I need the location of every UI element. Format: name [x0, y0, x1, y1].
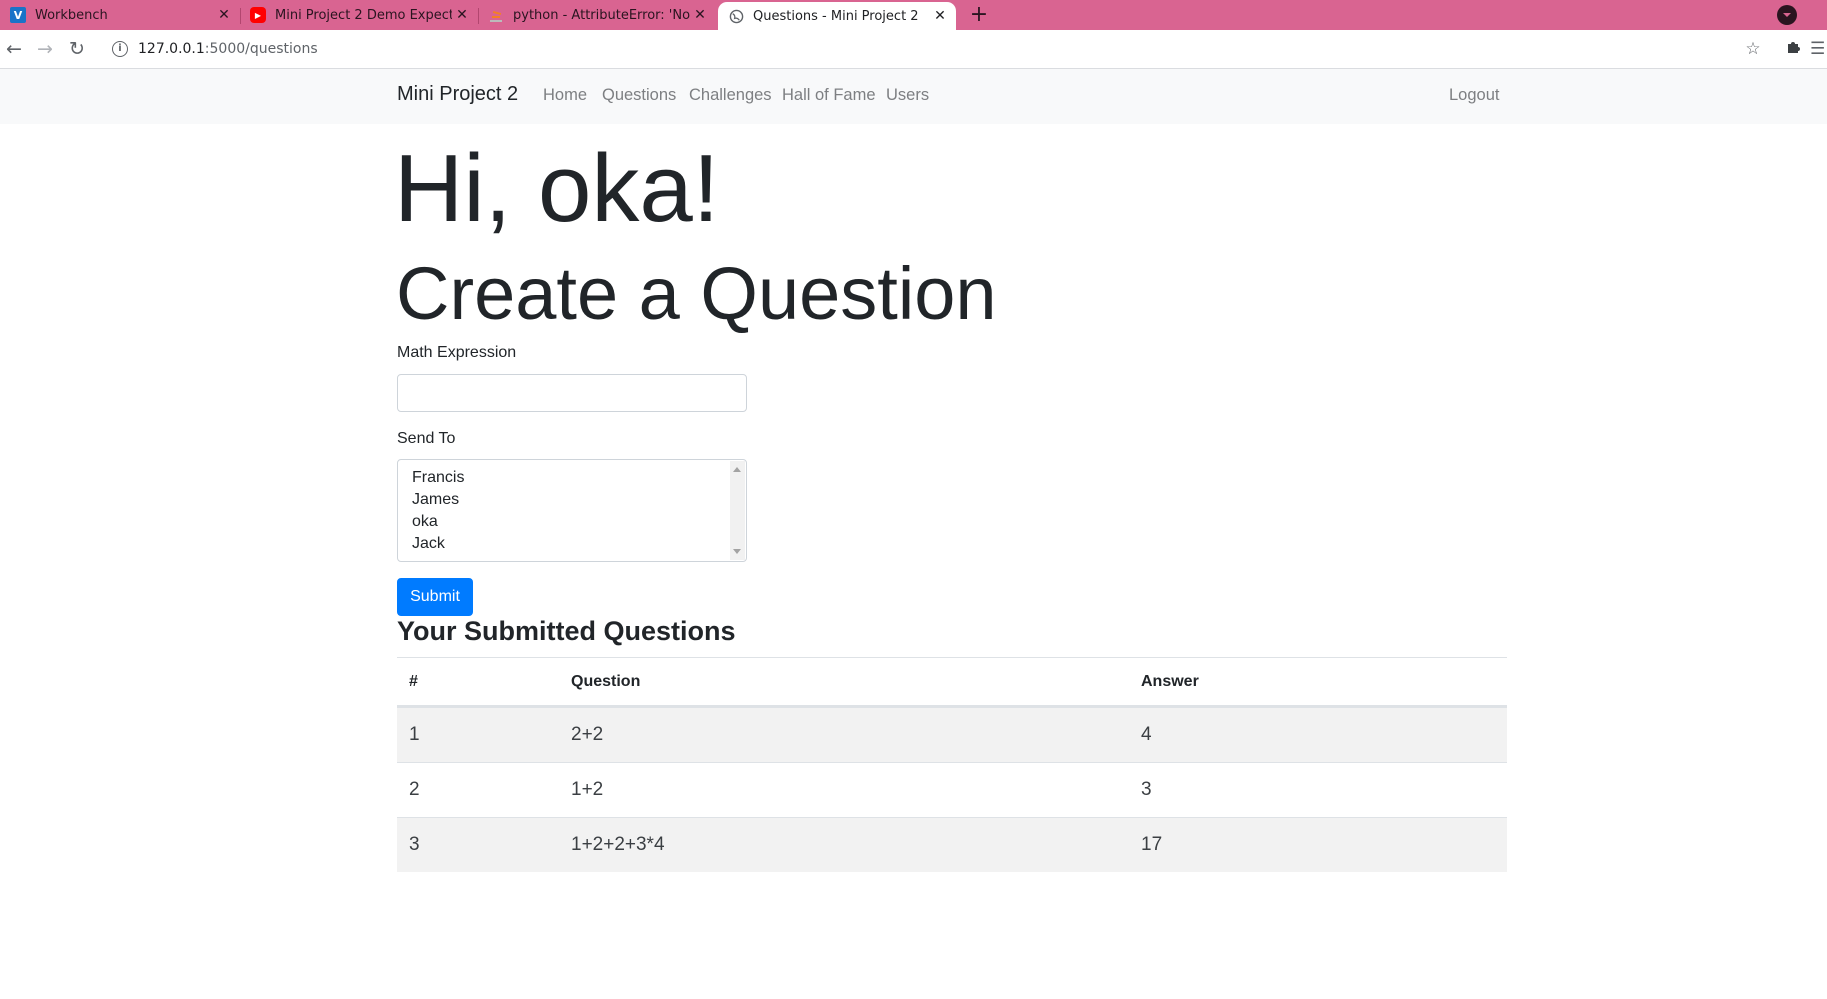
row-question: 1+2+2+3*4 — [571, 834, 665, 855]
nav-link-users[interactable]: Users — [886, 86, 929, 105]
close-icon[interactable]: ✕ — [930, 8, 950, 24]
row-question: 2+2 — [571, 724, 604, 745]
tab-questions-active[interactable]: Questions - Mini Project 2 ✕ — [718, 2, 956, 30]
math-expression-input[interactable] — [397, 374, 747, 412]
page-title: Create a Question — [396, 252, 997, 335]
url-field[interactable]: i 127.0.0.1:5000/questions — [104, 34, 1744, 64]
tab-title: python - AttributeError: 'NoneType' — [513, 7, 690, 23]
submit-button[interactable]: Submit — [397, 578, 473, 616]
row-number: 3 — [409, 834, 420, 855]
table-row: 3 1+2+2+3*4 17 — [397, 817, 1507, 872]
math-expression-label: Math Expression — [397, 344, 517, 361]
new-tab-icon[interactable]: + — [967, 3, 991, 27]
nav-link-hall-of-fame[interactable]: Hall of Fame — [782, 86, 876, 105]
scroll-up-arrow-icon[interactable] — [733, 467, 741, 472]
close-icon[interactable]: ✕ — [214, 7, 234, 23]
column-header-question: Question — [571, 673, 641, 690]
tab-title: Questions - Mini Project 2 — [753, 8, 919, 24]
row-question: 1+2 — [571, 779, 604, 800]
tab-mini-project-demo[interactable]: ▶ Mini Project 2 Demo Expectations ✕ — [240, 0, 478, 30]
select-scrollbar[interactable] — [730, 461, 745, 560]
bookmark-star-icon[interactable]: ☆ — [1742, 38, 1764, 60]
nav-link-home[interactable]: Home — [543, 86, 587, 105]
table-row: 2 1+2 3 — [397, 762, 1507, 817]
column-header-answer: Answer — [1141, 673, 1199, 690]
scroll-down-arrow-icon[interactable] — [733, 549, 741, 554]
send-to-label: Send To — [397, 430, 456, 447]
site-navbar: Mini Project 2 Home Questions Challenges… — [0, 69, 1827, 124]
youtube-icon: ▶ — [250, 7, 266, 23]
stackoverflow-icon — [488, 7, 504, 23]
url-path: :5000/questions — [204, 41, 318, 57]
workbench-icon: V — [10, 7, 26, 23]
back-icon[interactable]: ← — [2, 37, 26, 61]
row-number: 1 — [409, 724, 420, 745]
nav-link-questions[interactable]: Questions — [602, 86, 676, 105]
row-answer: 4 — [1141, 724, 1152, 745]
reload-icon[interactable]: ↻ — [65, 37, 89, 61]
globe-icon — [728, 8, 744, 24]
tab-title: Mini Project 2 Demo Expectations — [275, 7, 452, 23]
address-bar-row: ← → ↻ i 127.0.0.1:5000/questions ☆ ☰ — [0, 30, 1827, 69]
send-to-option[interactable]: James — [412, 491, 459, 509]
send-to-option[interactable]: oka — [412, 513, 438, 531]
close-icon[interactable]: ✕ — [452, 7, 472, 23]
forward-icon[interactable]: → — [33, 37, 57, 61]
nav-link-challenges[interactable]: Challenges — [689, 86, 772, 105]
send-to-option[interactable]: Francis — [412, 469, 464, 487]
submitted-questions-table: # Question Answer 1 2+2 4 2 1+2 3 3 1+2+… — [397, 657, 1507, 872]
column-header-number: # — [409, 673, 418, 690]
row-answer: 17 — [1141, 834, 1163, 855]
navbar-brand[interactable]: Mini Project 2 — [397, 83, 518, 106]
tab-title: Workbench — [35, 7, 108, 23]
tab-stackoverflow[interactable]: python - AttributeError: 'NoneType' ✕ — [478, 0, 716, 30]
send-to-select[interactable]: Francis James oka Jack — [397, 459, 747, 562]
menu-icon[interactable]: ☰ — [1810, 38, 1827, 60]
table-header-row: # Question Answer — [397, 657, 1507, 707]
nav-link-logout[interactable]: Logout — [1449, 86, 1499, 105]
url-host: 127.0.0.1 — [138, 41, 205, 57]
close-icon[interactable]: ✕ — [690, 7, 710, 23]
send-to-option[interactable]: Jack — [412, 535, 445, 553]
greeting-heading: Hi, oka! — [394, 135, 720, 242]
row-number: 2 — [409, 779, 420, 800]
info-icon[interactable]: i — [112, 41, 128, 57]
table-row: 1 2+2 4 — [397, 707, 1507, 762]
extensions-icon[interactable] — [1782, 38, 1804, 60]
browser-tab-bar: V Workbench ✕ ▶ Mini Project 2 Demo Expe… — [0, 0, 1827, 30]
tab-search-icon[interactable] — [1777, 5, 1797, 25]
row-answer: 3 — [1141, 779, 1152, 800]
tab-workbench[interactable]: V Workbench ✕ — [0, 0, 240, 30]
submitted-questions-heading: Your Submitted Questions — [397, 616, 736, 646]
